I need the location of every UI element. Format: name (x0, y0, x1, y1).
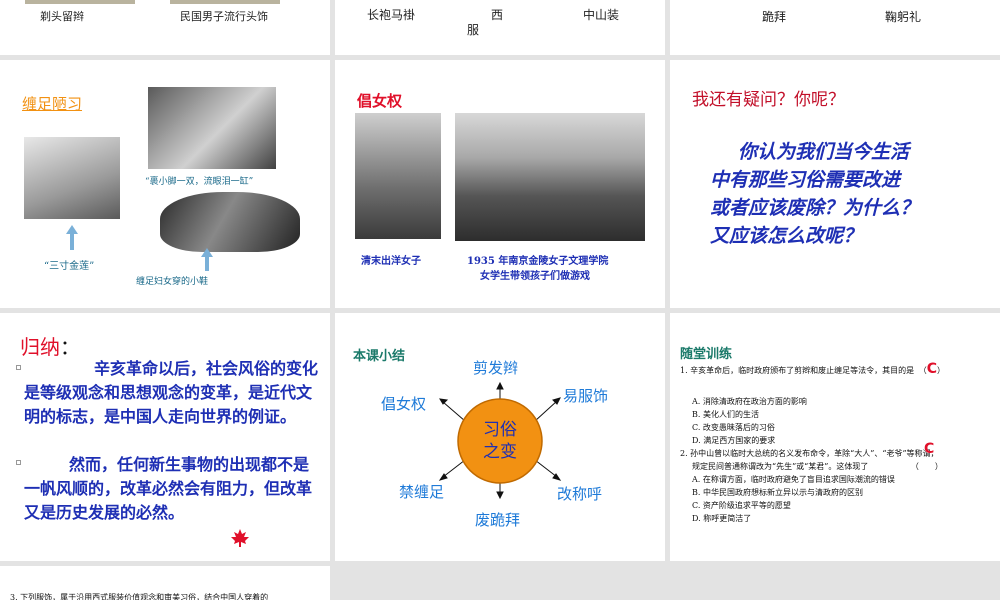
branch-ban-footbinding: 禁缠足 (399, 483, 445, 501)
caption-zhongshan: 中山装 (583, 8, 620, 22)
q2-line1: 2. 孙中山曾以临时大总统的名义发布命令，革除“大人”、“老爷”等称谓， (680, 449, 939, 458)
photo-strip (25, 0, 135, 4)
q2-line2-text: 规定民间普通称谓改为“先生”或“某君”。这体现了 (692, 462, 869, 471)
summary-para2: 然而，任何新生事物的出现都不是一帆风顺的，改革必然会有阻力，但改革又是历史发展的… (24, 455, 313, 522)
question-body: 你认为我们当今生活 中有那些习俗需要改进 或者应该废除？为什么？ 又应该怎么改呢… (710, 138, 990, 250)
caption-republic-hair: 民国男子流行头饰 (180, 10, 268, 23)
slide-title: 我还有疑问？你呢？ (692, 90, 845, 110)
photo-girls-abroad (355, 113, 441, 239)
slide-footbinding: 缠足陋习 “裹小脚一双，流眼泪一缸” “三寸金莲” 缠足妇女穿的小鞋 (0, 60, 330, 308)
option: A. 在称谓方面，临时政府避免了盲目追求国际潮流的错误 (692, 475, 895, 484)
q1-paren-open: （ (918, 366, 927, 375)
bullet-marker (16, 460, 21, 465)
q1-paren-close: ） (937, 366, 946, 375)
mindmap-center: 习俗之变 (483, 420, 517, 462)
option: B. 中华民国政府想标新立异以示与清政府的区别 (692, 488, 863, 497)
arrow-up-icon (201, 248, 213, 257)
branch-cut-queue: 剪发辫 (473, 359, 519, 377)
branch-change-clothing: 易服饰 (563, 387, 609, 405)
photo-bound-foot-side (24, 137, 120, 219)
question-3: 3. 下列服饰，属于沿用西式服装价值观念和审美习俗，结合中国人穿着的 (10, 593, 269, 600)
arrow-stem (70, 234, 74, 250)
q2-options: A. 在称谓方面，临时政府避免了盲目追求国际潮流的错误 B. 中华民国政府想标新… (692, 473, 992, 525)
arrow-up-icon (66, 225, 78, 234)
option: D. 满足西方国家的要求 (692, 436, 776, 445)
branch-women-rights: 倡女权 (381, 395, 427, 413)
question-1: 1. 辛亥革命后，临时政府颁布了剪辫和废止缠足等法令，其目的是 （C） (680, 361, 998, 377)
q1-options: A. 消除清政府在政治方面的影响 B. 美化人们的生活 C. 改变愚昧落后的习俗… (692, 395, 992, 447)
summary-colon: ： (60, 335, 80, 359)
slide-lesson-summary: 本课小结 习俗之变 剪发辫 易服饰 改称呼 废跪拜 禁缠足 倡女权 (335, 313, 665, 561)
q1-text: 1. 辛亥革命后，临时政府颁布了剪辫和废止缠足等法令，其目的是 (680, 366, 915, 375)
option: C. 资产阶级追求平等的愿望 (692, 501, 791, 510)
caption-western-2: 服 (467, 23, 480, 37)
option: D. 称呼更简洁了 (692, 514, 752, 523)
photo-lotus-shoes (160, 192, 300, 252)
arrow-stem (205, 257, 209, 271)
summary-para1: 辛亥革命以后，社会风俗的变化是等级观念和思想观念的变革，是近代文明的标志，是中国… (24, 359, 319, 426)
question-line: 中有那些习俗需要改进 (710, 169, 901, 191)
slide-practice: 随堂训练 1. 辛亥革命后，临时政府颁布了剪辫和废止缠足等法令，其目的是 （C）… (670, 313, 1000, 561)
question-line: 或者应该废除？为什么？ (710, 197, 920, 219)
q1-answer: C (926, 361, 938, 377)
caption-western: 西 (491, 8, 504, 22)
bullet-marker (16, 365, 21, 370)
caption-college-line1: 1935 年南京金陵女子文理学院 (467, 256, 609, 267)
photo-bound-foot-top (148, 87, 276, 169)
slide-title: 倡女权 (357, 92, 403, 110)
label-golden-lotus: “三寸金莲” (44, 261, 95, 272)
slide-clothing: 长袍马褂 西 服 中山装 (335, 0, 665, 55)
option: C. 改变愚昧落后的习俗 (692, 423, 775, 432)
question-2: 2. 孙中山曾以临时大总统的名义发布命令，革除“大人”、“老爷”等称谓， 规定民… (680, 447, 998, 473)
question-line: 又应该怎么改呢？ (710, 225, 863, 247)
branch-abolish-kneel: 废跪拜 (475, 511, 521, 529)
slide-summary: 归纳： 辛亥革命以后，社会风俗的变化是等级观念和思想观念的变革，是近代文明的标志… (0, 313, 330, 561)
summary-title-text: 归纳 (20, 335, 60, 359)
caption-bow: 鞠躬礼 (885, 10, 922, 24)
slide-title: 缠足陋习 (22, 95, 83, 113)
caption-college-line2: 女学生带领孩子们做游戏 (480, 271, 590, 282)
photo-strip (170, 0, 280, 4)
caption-kneel: 跪拜 (762, 10, 787, 24)
option: A. 消除清政府在政治方面的影响 (692, 397, 807, 406)
q2-paren: （ ） (910, 462, 943, 471)
slide-title: 随堂训练 (680, 347, 733, 362)
caption-robe: 长袍马褂 (367, 8, 416, 22)
maple-leaf-icon (231, 529, 249, 547)
caption-queue: 剃头留辫 (40, 10, 84, 23)
question-line: 你认为我们当今生活 (738, 141, 910, 163)
q2-answer: C (924, 441, 935, 457)
caption-girls-abroad: 清末出洋女子 (361, 256, 421, 267)
slide-women-rights: 倡女权 清末出洋女子 1935 年南京金陵女子文理学院 女学生带领孩子们做游戏 (335, 60, 665, 308)
photo-college-game (455, 113, 645, 241)
slide-hairstyle: 剃头留辫 民国男子流行头饰 (0, 0, 330, 55)
quote: “裹小脚一双，流眼泪一缸” (145, 177, 254, 187)
slide-question: 我还有疑问？你呢？ 你认为我们当今生活 中有那些习俗需要改进 或者应该废除？为什… (670, 60, 1000, 308)
slide-title: 归纳： (20, 331, 80, 360)
q2-line2: 规定民间普通称谓改为“先生”或“某君”。这体现了 （ ） (680, 460, 998, 473)
label-shoes: 缠足妇女穿的小鞋 (136, 277, 209, 287)
option: B. 美化人们的生活 (692, 410, 759, 419)
slide-question-3: 3. 下列服饰，属于沿用西式服装价值观念和审美习俗，结合中国人穿着的 (0, 566, 330, 600)
branch-change-address: 改称呼 (557, 485, 603, 503)
slide-etiquette: 跪拜 鞠躬礼 (670, 0, 1000, 55)
